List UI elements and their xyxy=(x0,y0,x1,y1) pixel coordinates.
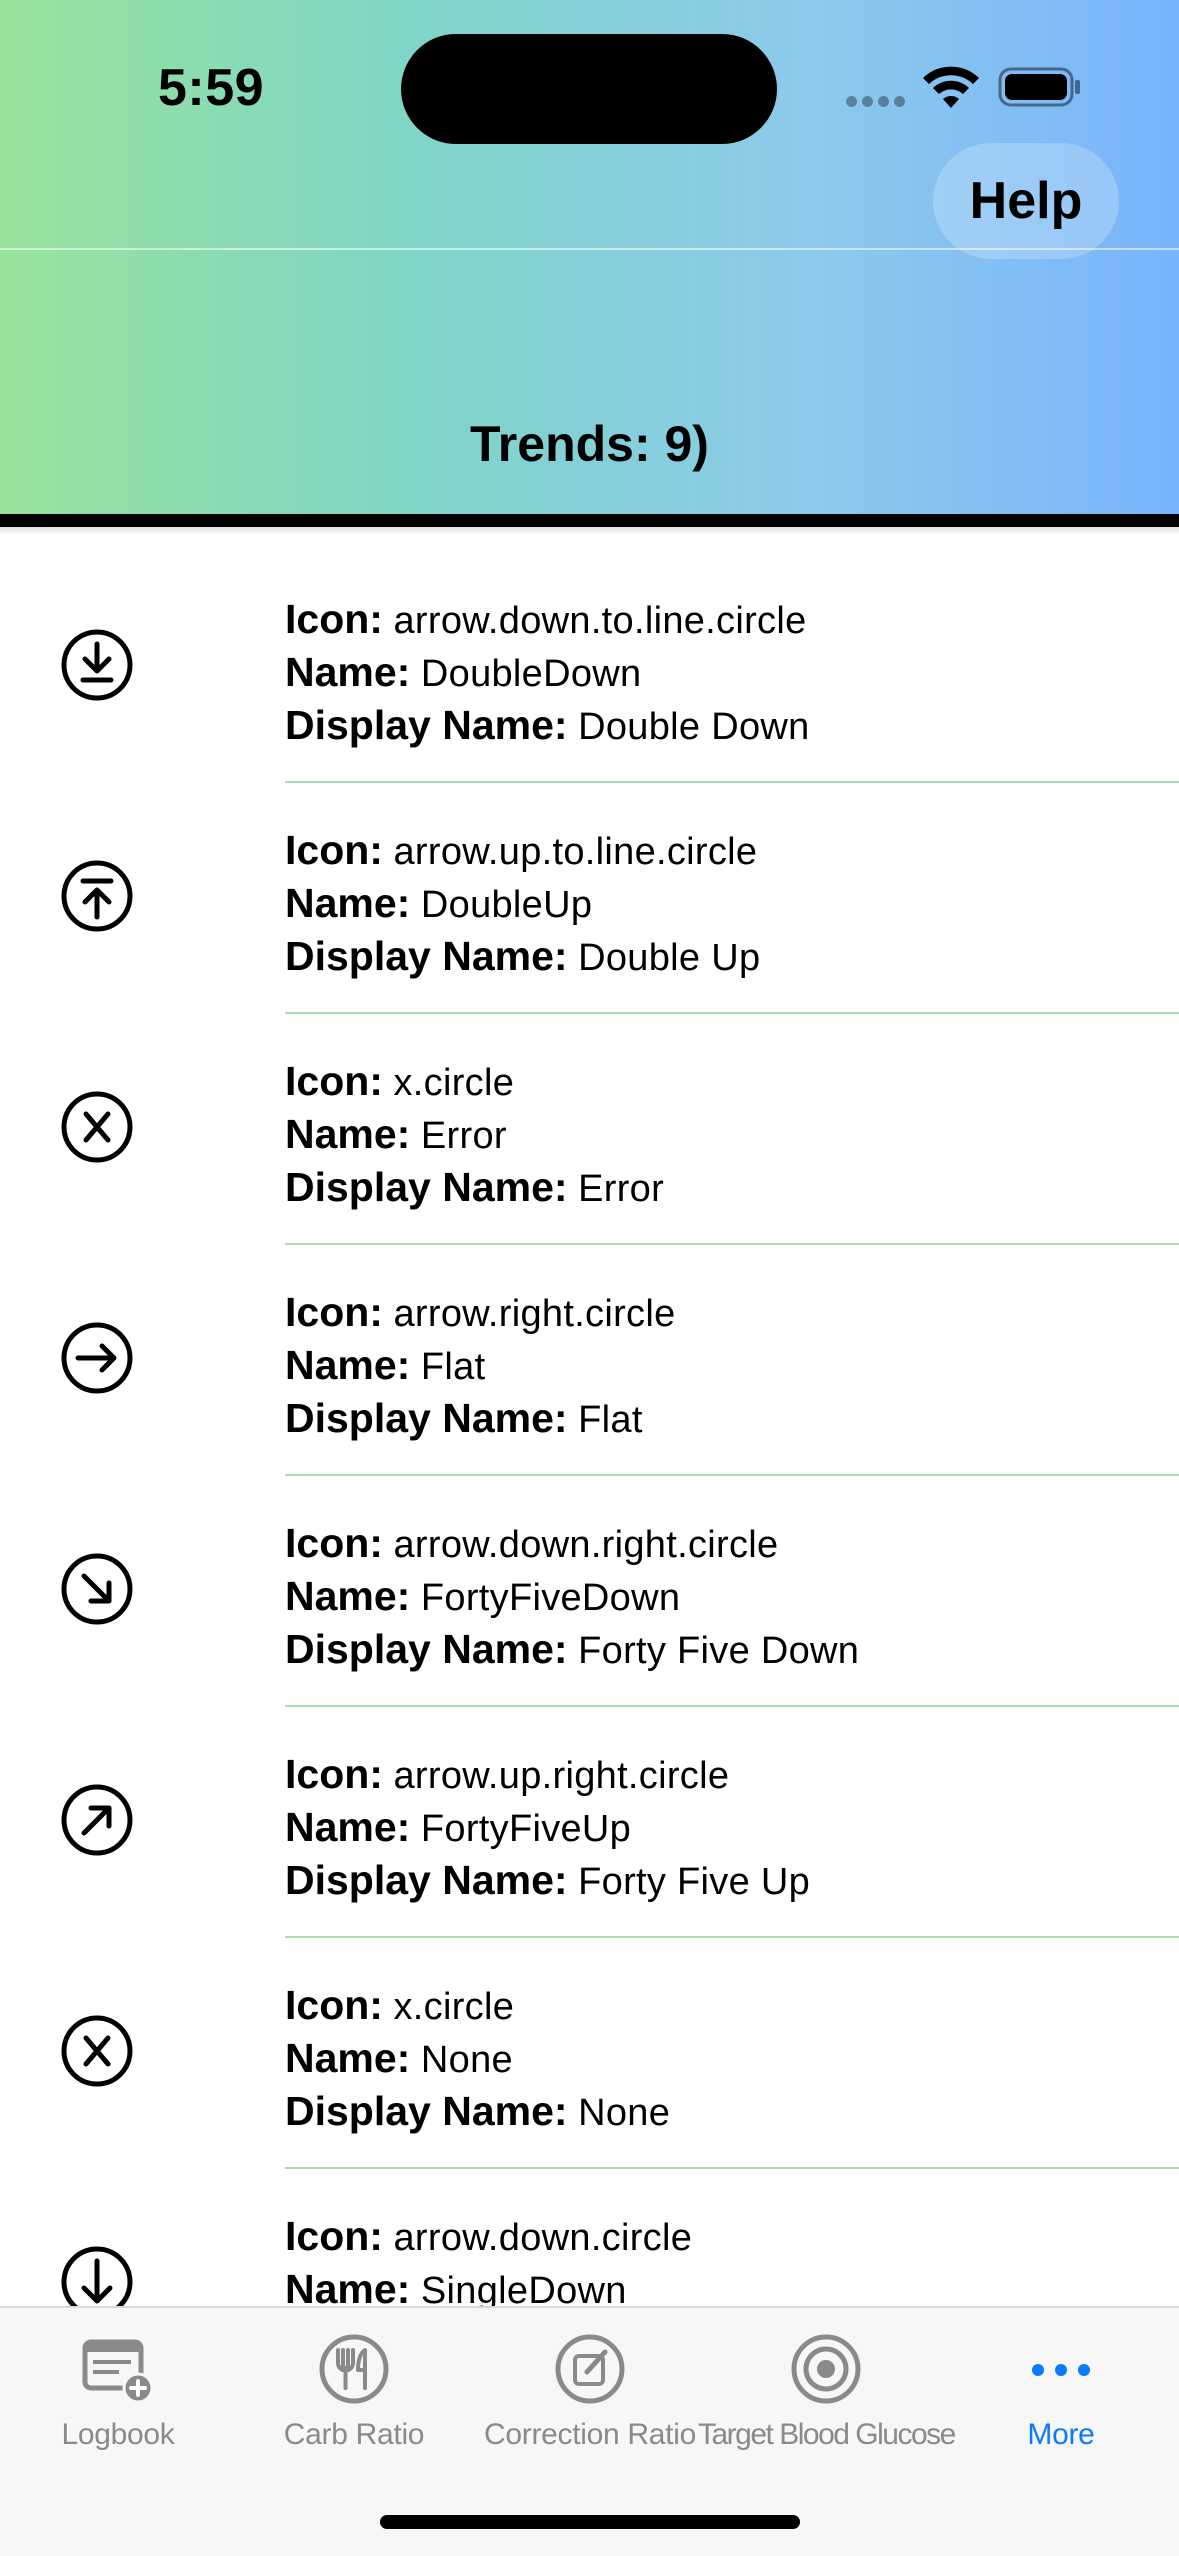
logbook-add-icon xyxy=(82,2339,154,2404)
name-value: FortyFiveUp xyxy=(420,1808,632,1850)
name-value: Flat xyxy=(420,1346,486,1388)
page-title: Trends: 9) xyxy=(470,416,709,472)
arrow-down-right-circle-icon xyxy=(61,1553,133,1625)
icon-label: Icon: xyxy=(285,2213,383,2259)
display-name-value: None xyxy=(578,2092,671,2134)
home-indicator xyxy=(380,2515,800,2529)
display-name-label: Display Name: xyxy=(285,1395,568,1441)
trend-details: Icon: arrow.up.to.line.circle Name: Doub… xyxy=(285,825,1165,984)
header-shadow xyxy=(0,527,1179,535)
dynamic-island xyxy=(401,34,777,144)
list-item[interactable]: Icon: x.circle Name: Error Display Name:… xyxy=(0,1014,1179,1245)
x-circle-icon xyxy=(61,1091,133,1163)
name-label: Name: xyxy=(285,1573,411,1619)
trend-details: Icon: arrow.right.circle Name: Flat Disp… xyxy=(285,1287,1165,1446)
navigation-header: 5:59 Help Trends: 9) xyxy=(0,0,1179,514)
display-name-value: Double Up xyxy=(578,937,761,979)
display-name-label: Display Name: xyxy=(285,2088,568,2134)
tab-label: More xyxy=(1027,2418,1095,2451)
icon-value: arrow.right.circle xyxy=(393,1293,676,1335)
screen: 5:59 Help Trends: 9) Icon: arrow.down.to… xyxy=(0,0,1179,2556)
header-bottom-border xyxy=(0,514,1179,527)
status-bar: 5:59 xyxy=(0,0,1179,150)
tab-target-blood-glucose[interactable]: Target Blood Glucose xyxy=(698,2308,956,2458)
battery-icon xyxy=(998,67,1080,107)
name-label: Name: xyxy=(285,2035,411,2081)
arrow-up-right-circle-icon xyxy=(61,1784,133,1856)
trend-details: Icon: arrow.down.to.line.circle Name: Do… xyxy=(285,594,1165,753)
name-value: FortyFiveDown xyxy=(420,1577,681,1619)
display-name-label: Display Name: xyxy=(285,1626,568,1672)
display-name-value: Forty Five Up xyxy=(578,1861,811,1903)
trend-details: Icon: arrow.down.right.circle Name: Fort… xyxy=(285,1518,1165,1677)
display-name-value: Flat xyxy=(578,1399,643,1441)
tab-label: Correction Ratio xyxy=(484,2418,696,2451)
fork-knife-circle-icon xyxy=(319,2334,389,2404)
name-value: DoubleDown xyxy=(420,653,642,695)
tab-correction-ratio[interactable]: Correction Ratio xyxy=(472,2308,708,2458)
pencil-square-circle-icon xyxy=(555,2334,625,2404)
list-item[interactable]: Icon: arrow.down.right.circle Name: Fort… xyxy=(0,1476,1179,1707)
trend-details: Icon: arrow.up.right.circle Name: FortyF… xyxy=(285,1749,1165,1908)
display-name-label: Display Name: xyxy=(285,933,568,979)
name-value: Error xyxy=(420,1115,507,1157)
x-circle-icon xyxy=(61,2015,133,2087)
status-time: 5:59 xyxy=(158,59,265,117)
trend-details: Icon: x.circle Name: None Display Name: … xyxy=(285,1980,1165,2139)
name-value: None xyxy=(420,2039,513,2081)
list-item[interactable]: Icon: arrow.down.to.line.circle Name: Do… xyxy=(0,552,1179,783)
icon-label: Icon: xyxy=(285,827,383,873)
icon-label: Icon: xyxy=(285,1982,383,2028)
tab-label: Carb Ratio xyxy=(283,2418,425,2451)
icon-value: x.circle xyxy=(393,1986,515,2028)
display-name-label: Display Name: xyxy=(285,1857,568,1903)
icon-label: Icon: xyxy=(285,1058,383,1104)
icon-value: arrow.up.right.circle xyxy=(393,1755,730,1797)
trends-list[interactable]: Icon: arrow.down.to.line.circle Name: Do… xyxy=(0,552,1179,2400)
wifi-icon xyxy=(923,66,979,108)
tab-more[interactable]: More xyxy=(943,2308,1179,2458)
trend-details: Icon: arrow.down.circle Name: SingleDown xyxy=(285,2211,1165,2317)
list-item[interactable]: Icon: arrow.up.right.circle Name: FortyF… xyxy=(0,1707,1179,1938)
help-button[interactable]: Help xyxy=(933,143,1119,259)
icon-label: Icon: xyxy=(285,1520,383,1566)
icon-value: x.circle xyxy=(393,1062,515,1104)
name-label: Name: xyxy=(285,1342,411,1388)
arrow-down-to-line-circle-icon xyxy=(61,629,133,701)
icon-label: Icon: xyxy=(285,1289,383,1335)
tab-label: Target Blood Glucose xyxy=(698,2418,956,2451)
name-label: Name: xyxy=(285,1111,411,1157)
target-icon xyxy=(791,2334,861,2404)
trend-details: Icon: x.circle Name: Error Display Name:… xyxy=(285,1056,1165,1215)
icon-value: arrow.down.right.circle xyxy=(393,1524,779,1566)
display-name-label: Display Name: xyxy=(285,1164,568,1210)
name-label: Name: xyxy=(285,649,411,695)
display-name-label: Display Name: xyxy=(285,702,568,748)
icon-label: Icon: xyxy=(285,596,383,642)
icon-label: Icon: xyxy=(285,1751,383,1797)
name-label: Name: xyxy=(285,880,411,926)
display-name-value: Double Down xyxy=(578,706,810,748)
tab-carb-ratio[interactable]: Carb Ratio xyxy=(236,2308,472,2458)
header-divider xyxy=(0,248,1179,250)
list-item[interactable]: Icon: arrow.up.to.line.circle Name: Doub… xyxy=(0,783,1179,1014)
display-name-value: Error xyxy=(578,1168,665,1210)
icon-value: arrow.up.to.line.circle xyxy=(393,831,758,873)
name-label: Name: xyxy=(285,1804,411,1850)
display-name-value: Forty Five Down xyxy=(578,1630,860,1672)
name-value: DoubleUp xyxy=(420,884,593,926)
icon-value: arrow.down.to.line.circle xyxy=(393,600,807,642)
cellular-signal-icon xyxy=(846,96,906,108)
arrow-right-circle-icon xyxy=(61,1322,133,1394)
list-item[interactable]: Icon: x.circle Name: None Display Name: … xyxy=(0,1938,1179,2169)
icon-value: arrow.down.circle xyxy=(393,2217,693,2259)
tab-label: Logbook xyxy=(61,2418,175,2451)
more-dots-icon xyxy=(1032,2364,1090,2376)
tab-logbook[interactable]: Logbook xyxy=(0,2308,236,2458)
arrow-up-to-line-circle-icon xyxy=(61,860,133,932)
list-item[interactable]: Icon: arrow.right.circle Name: Flat Disp… xyxy=(0,1245,1179,1476)
